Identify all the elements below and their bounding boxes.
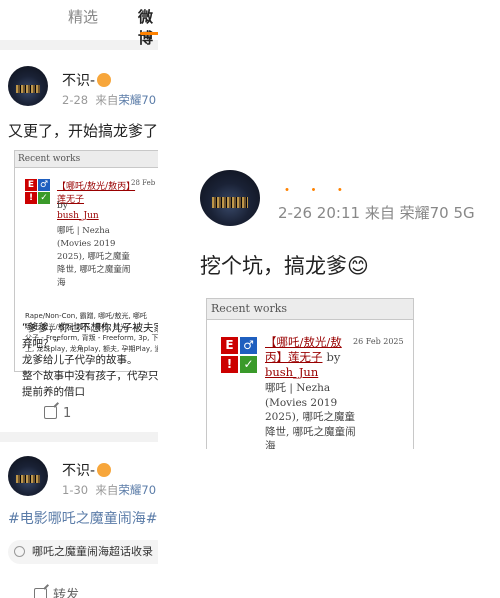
tab-featured[interactable]: 精选 [68, 6, 98, 27]
tab-weibo[interactable]: 微博 [138, 6, 158, 48]
source-prefix: 来自 [364, 204, 395, 222]
exclamation-icon: ! [221, 356, 238, 373]
checkmark-icon: ✓ [38, 192, 50, 204]
repost-button[interactable]: 转发 [34, 584, 79, 598]
by-label: by [326, 350, 341, 364]
work-author[interactable]: bush_Jun [57, 211, 99, 221]
fandom-line[interactable]: 降世, 哪吒之魔童闹 [57, 264, 130, 277]
card-header: Recent works [207, 299, 413, 320]
super-topic-chip[interactable]: 哪吒之魔童闹海超话收录 [8, 540, 158, 564]
username-text: 不识- [62, 463, 96, 479]
repost-icon [34, 588, 47, 598]
male-symbol-icon: ♂ [240, 337, 257, 354]
work-date: 28 Feb 2 [131, 179, 158, 187]
male-symbol-icon: ♂ [38, 179, 50, 191]
emoji-badge-icon [97, 73, 112, 87]
post-text: 挖个坑，搞龙爹😊 [200, 254, 369, 278]
summary-line: 龙爹给儿子代孕的故事。 [22, 354, 138, 366]
ao3-required-tags-icon: E ♂ ! ✓ [25, 179, 51, 205]
repost-count: 1 [63, 406, 72, 421]
source-prefix: 来自 [95, 93, 119, 107]
blank-area [158, 0, 500, 190]
fandom-list: 哪吒 | Nezha (Movies 2019 2025), 哪吒之魔童 降世,… [57, 225, 130, 290]
post-text: 又更了，开始搞龙爹了 [8, 122, 158, 140]
ao3-work-card[interactable]: Recent works E ♂ ! ✓ 【哪吒/敖光/敖 丙】莲无子 by 26… [206, 298, 414, 449]
avatar[interactable] [8, 456, 48, 496]
username-partial[interactable]: ・ ・ ・ [280, 180, 351, 200]
weibo-post: 不识- 1-30 来自荣耀70 #电影哪吒之魔童闹海# 哪吒之魔童闹海超话收录 … [0, 442, 158, 598]
work-author[interactable]: bush_Jun [265, 365, 318, 379]
fandom-line: (Movies 2019 [57, 239, 116, 249]
username-text: 不识- [62, 73, 96, 89]
work-date: 26 Feb 2025 [353, 337, 404, 346]
work-title[interactable]: 【哪吒/敖光/敖丙】莲无子 [57, 179, 137, 205]
summary-line: “爹爹，你也不想你儿子被夫家 [22, 322, 158, 334]
post-date: 2-26 20:11 [278, 204, 361, 222]
fandom-list: 哪吒 | Nezha (Movies 2019 2025), 哪吒之魔童 降世,… [265, 381, 356, 449]
post-date: 2-28 [62, 93, 89, 107]
exclamation-icon: ! [25, 192, 37, 204]
avatar[interactable] [200, 170, 260, 226]
fandom-line: (Movies 2019 [265, 396, 338, 409]
work-summary: “爹爹，你也不想你儿子被夫家 弃吧？” 龙爹给儿子代孕的故事。 整个故事中没有孩… [22, 320, 158, 400]
source-device[interactable]: 荣耀70 [118, 483, 156, 497]
avatar[interactable] [8, 66, 48, 106]
repost-label: 转发 [53, 588, 80, 598]
fandom-line: 海 [57, 278, 66, 288]
repost-icon [44, 406, 57, 419]
emoji-badge-icon [97, 463, 112, 477]
post-meta: 2-26 20:11 来自 荣耀70 5G [278, 202, 475, 223]
post-meta: 1-30 来自荣耀70 [62, 482, 156, 498]
username[interactable]: 不识- [62, 70, 112, 90]
fandom-line[interactable]: 2025), 哪吒之魔童 [57, 251, 130, 264]
active-tab-indicator [140, 32, 158, 35]
source-device[interactable]: 荣耀70 5G [400, 204, 475, 222]
checkmark-icon: ✓ [240, 356, 257, 373]
summary-line: 整个故事中没有孩子，代孕只 [22, 370, 158, 382]
foreground-weibo-screenshot: ・ ・ ・ 2-26 20:11 来自 荣耀70 5G 挖个坑，搞龙爹😊 Rec… [158, 0, 500, 598]
work-title-line: 【哪吒/敖光/敖 [265, 335, 342, 349]
weibo-post: 不识- 2-28 来自荣耀70 又更了，开始搞龙爹了 Recent works … [0, 50, 158, 432]
super-topic-icon [14, 546, 25, 557]
ao3-required-tags-icon: E ♂ ! ✓ [221, 337, 257, 373]
explicit-icon: E [25, 179, 37, 191]
feed-tab-bar: 精选 微博 [0, 0, 158, 47]
topic-hashtag[interactable]: #电影哪吒之魔童闹海# [8, 508, 157, 528]
summary-line: 弃吧？” [22, 338, 59, 350]
summary-line: 提前养的借口 [22, 386, 85, 398]
work-title[interactable]: 【哪吒/敖光/敖 丙】莲无子 by [265, 335, 342, 365]
fandom-line[interactable]: 哪吒 | Nezha [265, 381, 356, 396]
by-label: by [57, 201, 68, 211]
fandom-line[interactable]: 哪吒 | Nezha [57, 225, 130, 238]
explicit-icon: E [221, 337, 238, 354]
post-meta: 2-28 来自荣耀70 [62, 92, 156, 108]
fandom-line[interactable]: 降世, 哪吒之魔童闹 [265, 425, 356, 440]
repost-button[interactable]: 1 [44, 406, 71, 421]
super-topic-label: 哪吒之魔童闹海超话收录 [32, 545, 153, 558]
card-header: Recent works [15, 151, 158, 168]
work-title-line: 丙】莲无子 [265, 350, 323, 364]
source-device[interactable]: 荣耀70 [118, 93, 156, 107]
fandom-line[interactable]: 2025), 哪吒之魔童 [265, 410, 356, 425]
author-line: by [57, 201, 68, 211]
background-weibo-screenshot: 精选 微博 不识- 2-28 来自荣耀70 又更了，开始搞龙爹了 Recent … [0, 0, 158, 598]
post-date: 1-30 [62, 483, 89, 497]
fandom-line: 海 [265, 440, 276, 449]
username[interactable]: 不识- [62, 460, 112, 480]
source-prefix: 来自 [95, 483, 119, 497]
